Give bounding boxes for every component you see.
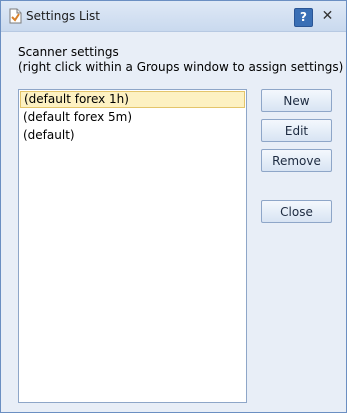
window-title: Settings List <box>26 9 101 23</box>
settings-listbox[interactable]: (default forex 1h) (default forex 5m) (d… <box>18 89 247 403</box>
app-icon <box>9 8 22 24</box>
hint-label: (right click within a Groups window to a… <box>18 60 344 74</box>
close-window-button[interactable]: ✕ <box>319 8 336 25</box>
remove-button[interactable]: Remove <box>261 149 332 172</box>
title-bar: Settings List ? ✕ <box>1 1 346 32</box>
new-button[interactable]: New <box>261 89 332 112</box>
edit-button[interactable]: Edit <box>261 119 332 142</box>
help-button[interactable]: ? <box>294 8 313 27</box>
list-item[interactable]: (default forex 1h) <box>20 91 245 108</box>
dialog-content: Scanner settings (right click within a G… <box>1 32 346 412</box>
close-button[interactable]: Close <box>261 200 332 223</box>
settings-list-window: Settings List ? ✕ Scanner settings (righ… <box>0 0 347 413</box>
list-item[interactable]: (default) <box>20 127 245 144</box>
scanner-settings-label: Scanner settings <box>18 45 119 59</box>
list-item[interactable]: (default forex 5m) <box>20 109 245 126</box>
